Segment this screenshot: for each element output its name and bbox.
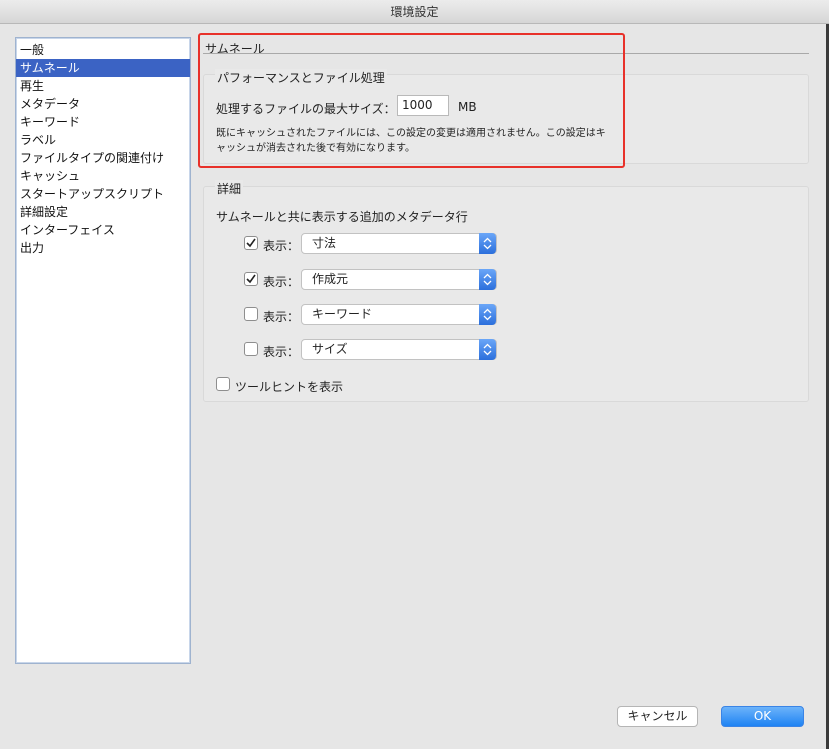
window-titlebar: 環境設定	[0, 0, 829, 24]
sidebar-item-general[interactable]: 一般	[16, 41, 190, 59]
sidebar-item-startup-scripts[interactable]: スタートアップスクリプト	[16, 185, 190, 203]
preferences-sidebar[interactable]: 一般 サムネール 再生 メタデータ キーワード ラベル ファイルタイプの関連付け…	[15, 37, 191, 664]
show-row-2-value: 作成元	[312, 272, 349, 286]
select-arrows-icon	[479, 233, 496, 254]
show-row-1-checkbox[interactable]	[244, 236, 258, 250]
sidebar-item-keywords[interactable]: キーワード	[16, 113, 190, 131]
show-row-3-value: キーワード	[312, 307, 373, 321]
show-row-4-checkbox[interactable]	[244, 342, 258, 356]
sidebar-item-thumbnails[interactable]: サムネール	[16, 59, 190, 77]
select-arrows-icon	[479, 339, 496, 360]
sidebar-item-playback[interactable]: 再生	[16, 77, 190, 95]
metadata-rows-label: サムネールと共に表示する追加のメタデータ行	[216, 210, 468, 224]
sidebar-item-labels[interactable]: ラベル	[16, 131, 190, 149]
show-row-1-label: 表示：	[263, 239, 300, 253]
show-row-1-select[interactable]: 寸法	[301, 233, 497, 254]
show-row-2-checkbox[interactable]	[244, 272, 258, 286]
show-row-2-select[interactable]: 作成元	[301, 269, 497, 290]
checkmark-icon	[246, 238, 256, 248]
window-title: 環境設定	[390, 5, 439, 19]
select-arrows-icon	[479, 269, 496, 290]
show-row-4-label: 表示：	[263, 345, 300, 359]
show-row-4-select[interactable]: サイズ	[301, 339, 497, 360]
sidebar-item-cache[interactable]: キャッシュ	[16, 167, 190, 185]
show-row-1-value: 寸法	[312, 236, 337, 250]
show-row-2-label: 表示：	[263, 275, 300, 289]
show-tooltips-label: ツールヒントを表示	[235, 380, 344, 394]
show-row-4-value: サイズ	[312, 342, 348, 356]
sidebar-item-metadata[interactable]: メタデータ	[16, 95, 190, 113]
sidebar-item-interface[interactable]: インターフェイス	[16, 221, 190, 239]
show-row-3-label: 表示：	[263, 310, 300, 324]
select-arrows-icon	[479, 304, 496, 325]
show-tooltips-checkbox[interactable]	[216, 377, 230, 391]
cancel-button[interactable]: キャンセル	[617, 706, 698, 727]
highlight-box	[198, 33, 625, 168]
ok-button[interactable]: OK	[721, 706, 804, 727]
show-row-3-select[interactable]: キーワード	[301, 304, 497, 325]
show-row-3-checkbox[interactable]	[244, 307, 258, 321]
sidebar-item-file-type-associations[interactable]: ファイルタイプの関連付け	[16, 149, 190, 167]
sidebar-item-advanced[interactable]: 詳細設定	[16, 203, 190, 221]
details-heading: 詳細	[215, 180, 244, 197]
sidebar-item-output[interactable]: 出力	[16, 239, 190, 257]
checkmark-icon	[246, 274, 256, 284]
